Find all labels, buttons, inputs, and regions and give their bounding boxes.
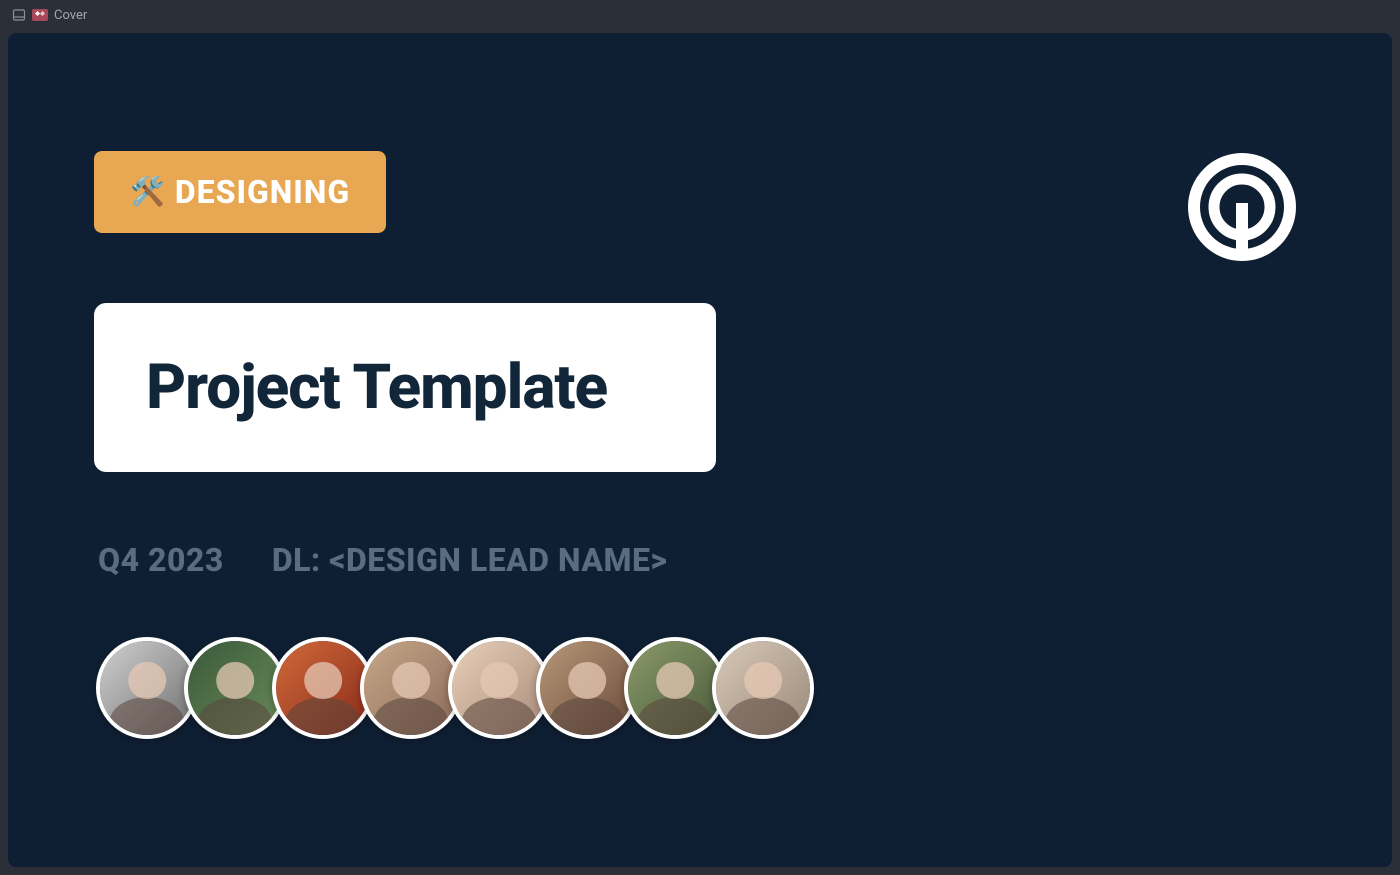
avatar [624, 637, 726, 739]
canvas[interactable]: 🛠️ DESIGNING Project Template Q4 2023 DL… [0, 30, 1400, 875]
avatar [712, 637, 814, 739]
brand-logo-icon [1186, 151, 1298, 263]
status-pill: 🛠️ DESIGNING [94, 151, 386, 233]
team-avatars [96, 637, 800, 739]
design-lead-label: DL: <DESIGN LEAD NAME> [272, 541, 668, 579]
tools-icon: 🛠️ [130, 178, 165, 206]
page-label[interactable]: Cover [54, 8, 87, 23]
project-title: Project Template [146, 351, 664, 424]
toolbar: Cover [0, 0, 1400, 30]
cover-slide[interactable]: 🛠️ DESIGNING Project Template Q4 2023 DL… [8, 33, 1392, 867]
page-icon [12, 8, 26, 22]
avatar [536, 637, 638, 739]
status-label: DESIGNING [175, 173, 350, 211]
avatar [360, 637, 462, 739]
avatar [184, 637, 286, 739]
avatar [448, 637, 550, 739]
avatar [272, 637, 374, 739]
component-set-icon [32, 9, 48, 21]
title-card: Project Template [94, 303, 716, 472]
period-label: Q4 2023 [98, 541, 224, 579]
meta-row: Q4 2023 DL: <DESIGN LEAD NAME> [98, 541, 667, 579]
avatar [96, 637, 198, 739]
